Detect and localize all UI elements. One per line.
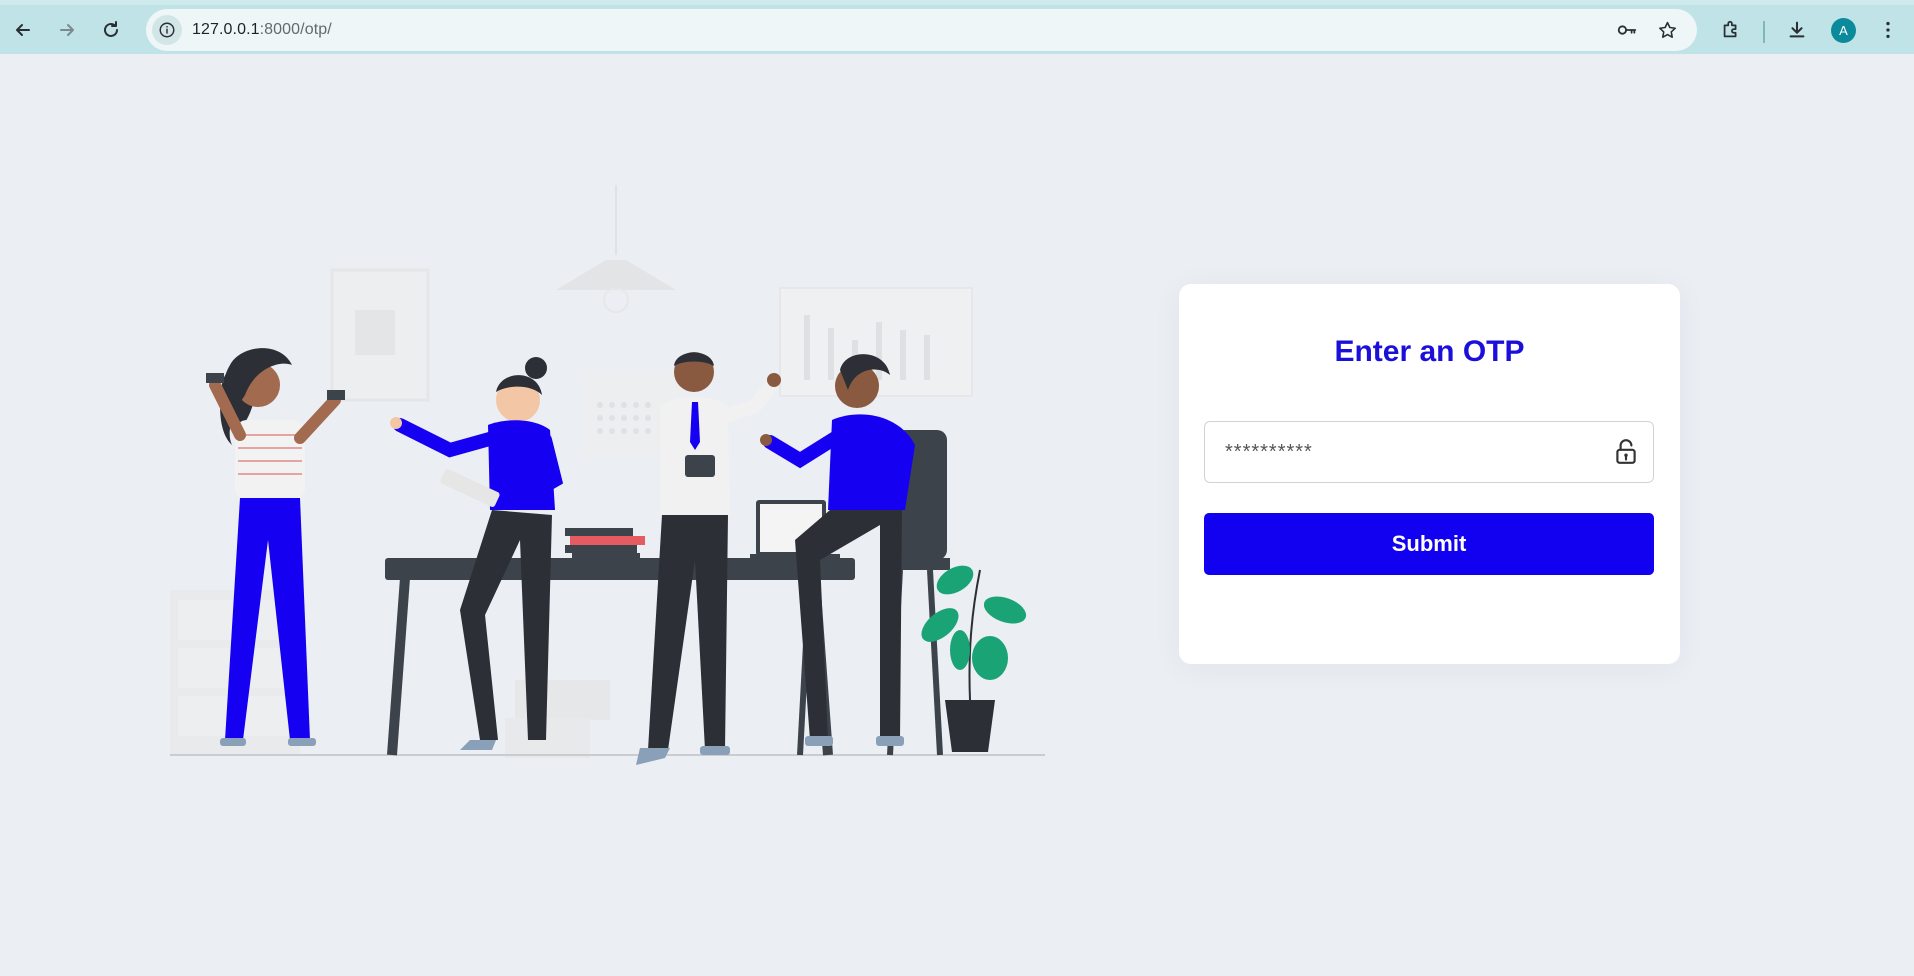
otp-card: Enter an OTP Submit	[1179, 284, 1680, 664]
menu-icon[interactable]	[1873, 15, 1903, 45]
site-info-icon[interactable]	[152, 15, 182, 45]
otp-field[interactable]	[1204, 421, 1654, 483]
password-key-icon[interactable]	[1614, 17, 1640, 43]
browser-toolbar: 127.0.0.1:8000/otp/ A	[0, 0, 1914, 54]
url-text[interactable]: 127.0.0.1:8000/otp/	[192, 21, 332, 39]
extensions-icon[interactable]	[1716, 15, 1746, 45]
toolbar-divider	[1763, 21, 1765, 43]
profile-avatar[interactable]: A	[1831, 18, 1856, 43]
address-bar[interactable]: 127.0.0.1:8000/otp/	[146, 9, 1697, 51]
reload-icon[interactable]	[96, 15, 126, 45]
submit-button[interactable]: Submit	[1204, 513, 1654, 575]
page-title: Enter an OTP	[1334, 335, 1525, 368]
otp-input[interactable]	[1205, 422, 1605, 482]
bookmark-star-icon[interactable]	[1654, 17, 1680, 43]
back-icon[interactable]	[8, 15, 38, 45]
url-host: 127.0.0.1	[192, 21, 260, 38]
lock-icon	[1616, 439, 1636, 464]
forward-icon[interactable]	[52, 15, 82, 45]
download-icon[interactable]	[1782, 15, 1812, 45]
team-illustration	[170, 185, 1045, 765]
url-path: :8000/otp/	[259, 21, 332, 38]
person-center-left	[390, 357, 564, 750]
